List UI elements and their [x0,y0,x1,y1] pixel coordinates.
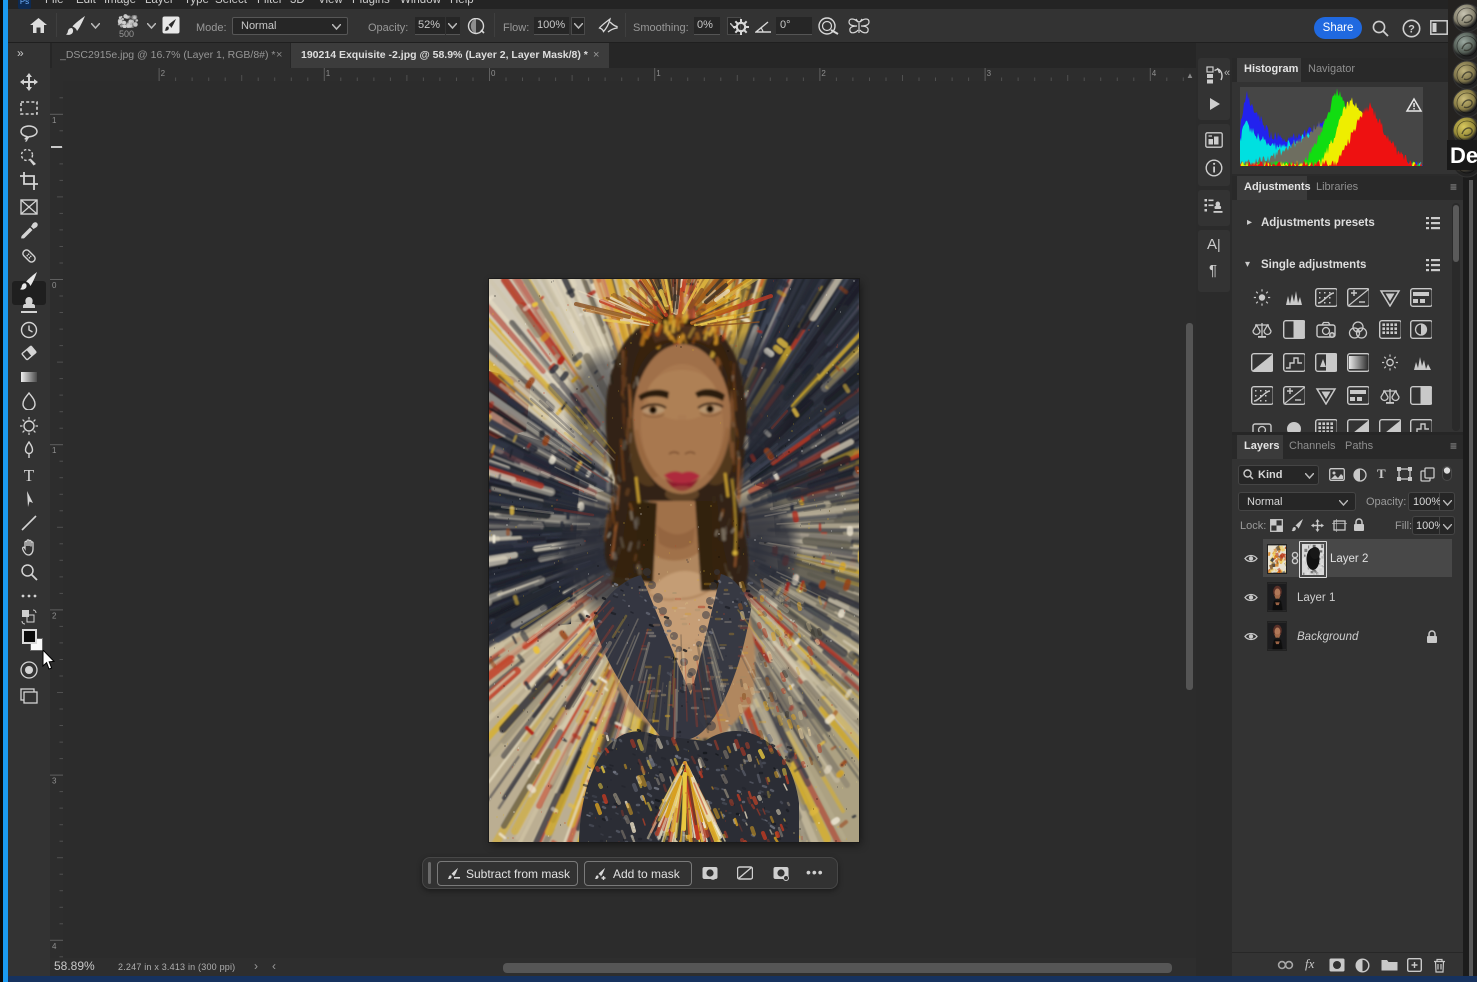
svg-text:?: ? [1408,24,1415,36]
svg-text:0: 0 [491,69,496,78]
svg-text:1: 1 [326,69,331,78]
svg-text:2: 2 [52,611,57,620]
svg-text:1: 1 [52,446,57,455]
svg-text:2: 2 [821,69,826,78]
svg-text:4: 4 [52,942,57,951]
svg-text:2: 2 [161,69,166,78]
svg-text:1: 1 [656,69,661,78]
svg-text:0: 0 [52,281,57,290]
svg-text:3: 3 [987,69,992,78]
svg-text:T: T [24,466,35,484]
svg-text:4: 4 [1152,69,1157,78]
svg-text:1: 1 [52,116,57,125]
svg-text:3: 3 [52,777,57,786]
